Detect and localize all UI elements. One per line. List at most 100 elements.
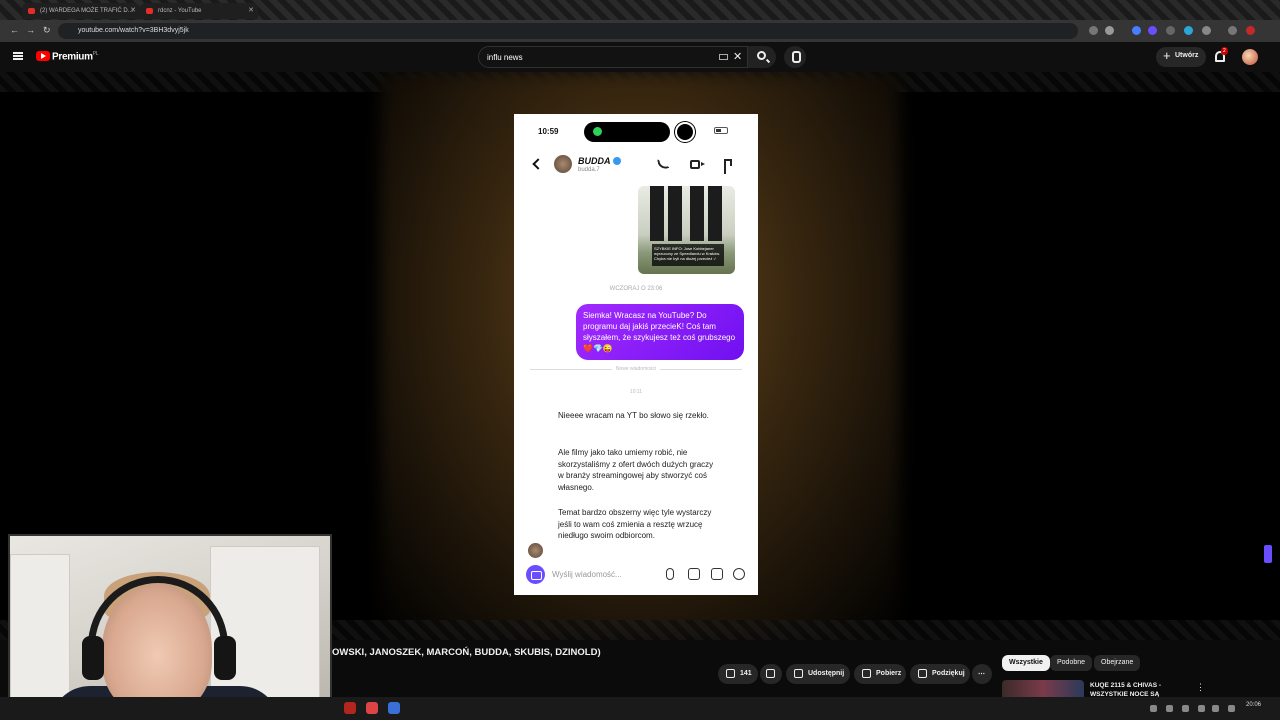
account-avatar[interactable]: [1242, 49, 1258, 65]
taskbar-app-icon[interactable]: [366, 702, 378, 714]
profile-avatar-icon[interactable]: [1246, 26, 1255, 35]
incoming-message: Ale filmy jako tako umiemy robić, nie sk…: [558, 448, 714, 492]
message-composer: Wyślij wiadomość...: [526, 564, 748, 586]
tray-chevron-icon[interactable]: [1150, 705, 1157, 712]
thanks-button[interactable]: Podziękuj: [910, 664, 970, 684]
microphone-icon: [666, 568, 674, 580]
cabinet: [10, 554, 70, 708]
tray-icon[interactable]: [1198, 705, 1205, 712]
browser-tab-label: (2) WARDEGA MOŻE TRAFIĆ D…: [40, 8, 134, 14]
flag-icon: [724, 159, 732, 174]
add-icon: [733, 568, 745, 580]
date-divider: WCZORAJ O 23:06: [609, 286, 663, 292]
tray-icon[interactable]: [1166, 705, 1173, 712]
contact-avatar: [554, 155, 572, 173]
notification-badge: 2: [1221, 47, 1228, 55]
sticker-icon: [711, 568, 723, 580]
menu-icon[interactable]: [1228, 26, 1237, 35]
search-icon: [757, 51, 766, 60]
share-button[interactable]: Udostępnij: [786, 664, 850, 684]
create-button[interactable]: + Utwórz: [1156, 47, 1206, 67]
plus-icon: +: [1163, 48, 1171, 63]
phone-time: 10:59: [538, 127, 559, 136]
gallery-icon: [688, 568, 700, 580]
extension-icon[interactable]: [1148, 26, 1157, 35]
voice-search-button[interactable]: [784, 46, 806, 68]
battery-icon: [714, 127, 728, 134]
chip-watched[interactable]: Obejrzane: [1094, 655, 1141, 671]
taskbar-clock[interactable]: 20:06: [1246, 702, 1261, 708]
chip-related[interactable]: Podobne: [1050, 655, 1093, 671]
youtube-logo-icon[interactable]: [36, 51, 50, 61]
youtube-header: PremiumPL influ news ✕ + Utwórz 2: [0, 42, 1280, 72]
keyboard-icon[interactable]: [719, 54, 728, 60]
taskbar-app-icon[interactable]: [388, 702, 400, 714]
more-vert-icon[interactable]: ⋮: [1196, 682, 1205, 693]
extensions-puzzle-icon[interactable]: [1202, 26, 1211, 35]
volume-icon[interactable]: [1212, 705, 1219, 712]
youtube-favicon-icon: [28, 8, 35, 14]
like-button[interactable]: 141: [718, 664, 758, 684]
composer-placeholder: Wyślij wiadomość...: [552, 570, 622, 579]
earcup: [214, 636, 236, 680]
dynamic-island: [584, 122, 670, 142]
side-panel-tab[interactable]: [1264, 545, 1272, 563]
address-bar[interactable]: youtube.com/watch?v=3BH3dvyj5jk: [58, 23, 1078, 39]
back-arrow-icon[interactable]: ←: [10, 25, 19, 35]
image-caption: SZYBKIE INFO: Jose Kobbejaner wyrzucony …: [652, 244, 724, 266]
more-actions-button[interactable]: ⋯: [972, 664, 992, 684]
shared-image: SZYBKIE INFO: Jose Kobbejaner wyrzucony …: [638, 186, 735, 274]
message-timestamp: 10:11: [629, 389, 643, 395]
video-title: OWSKI, JANOSZEK, MARCOŃ, BUDDA, SKUBIS, …: [332, 647, 601, 658]
network-icon[interactable]: [1182, 705, 1189, 712]
os-taskbar: 20:06: [0, 697, 1280, 720]
thanks-icon: [918, 669, 927, 678]
outgoing-message: Siemka! Wracasz na YouTube? Do programu …: [576, 304, 744, 360]
download-button[interactable]: Pobierz: [854, 664, 906, 684]
taskbar-app-icon[interactable]: [344, 702, 356, 714]
close-tab-icon[interactable]: ✕: [130, 6, 136, 14]
close-tab-icon[interactable]: ✕: [248, 6, 254, 14]
forward-arrow-icon[interactable]: →: [26, 25, 35, 35]
earcup: [82, 636, 104, 680]
search-button[interactable]: [748, 46, 776, 68]
extension-icon[interactable]: [1184, 26, 1193, 35]
dislike-button[interactable]: [760, 664, 782, 684]
camera-icon: [526, 565, 545, 584]
clear-search-icon[interactable]: ✕: [733, 50, 742, 63]
extension-icon[interactable]: [1166, 26, 1175, 35]
search-value: influ news: [487, 53, 523, 62]
url-text: youtube.com/watch?v=3BH3dvyj5jk: [78, 27, 189, 34]
sender-avatar: [528, 543, 543, 558]
youtube-favicon-icon: [146, 8, 153, 14]
incoming-message: Nieeee wracam na YT bo słowo się rzekło.: [558, 411, 709, 420]
browser-tab-1[interactable]: (2) WARDEGA MOŻE TRAFIĆ D… ✕: [22, 3, 140, 19]
browser-tab-label: rdcnz - YouTube: [158, 8, 202, 14]
tray-icon[interactable]: [1228, 705, 1235, 712]
call-icon: [593, 127, 602, 136]
camera-icon: [675, 122, 695, 142]
reload-icon[interactable]: ↻: [43, 25, 51, 36]
thumbs-down-icon: [766, 669, 775, 678]
thumbs-up-icon: [726, 669, 735, 678]
browser-tab-2[interactable]: rdcnz - YouTube ✕: [140, 3, 258, 19]
cast-icon[interactable]: [1089, 26, 1098, 35]
bookmark-star-icon[interactable]: [1105, 26, 1114, 35]
verified-badge-icon: [613, 157, 621, 165]
youtube-brand[interactable]: PremiumPL: [52, 51, 99, 62]
search-input[interactable]: influ news: [478, 46, 748, 68]
chip-all[interactable]: Wszystkie: [1002, 655, 1050, 671]
contact-name: BUDDA: [578, 156, 611, 166]
contact-username: budda.7: [578, 167, 600, 173]
chat-header: BUDDA budda.7: [514, 148, 758, 182]
phone-status-bar: 10:59: [514, 114, 758, 148]
back-chevron-icon: [532, 158, 544, 170]
new-messages-label: Nowe wiadomości: [514, 366, 758, 372]
phone-call-icon: [657, 157, 670, 170]
hamburger-menu-icon[interactable]: [13, 52, 23, 60]
video-call-icon: [690, 160, 705, 169]
phone-screenshot: 10:59 BUDDA budda.7 SZYBKIE INFO: Jose K…: [514, 114, 758, 595]
webcam-overlay: [8, 534, 332, 710]
extension-icon[interactable]: [1132, 26, 1141, 35]
browser-toolbar: ← → ↻ youtube.com/watch?v=3BH3dvyj5jk: [0, 20, 1280, 42]
